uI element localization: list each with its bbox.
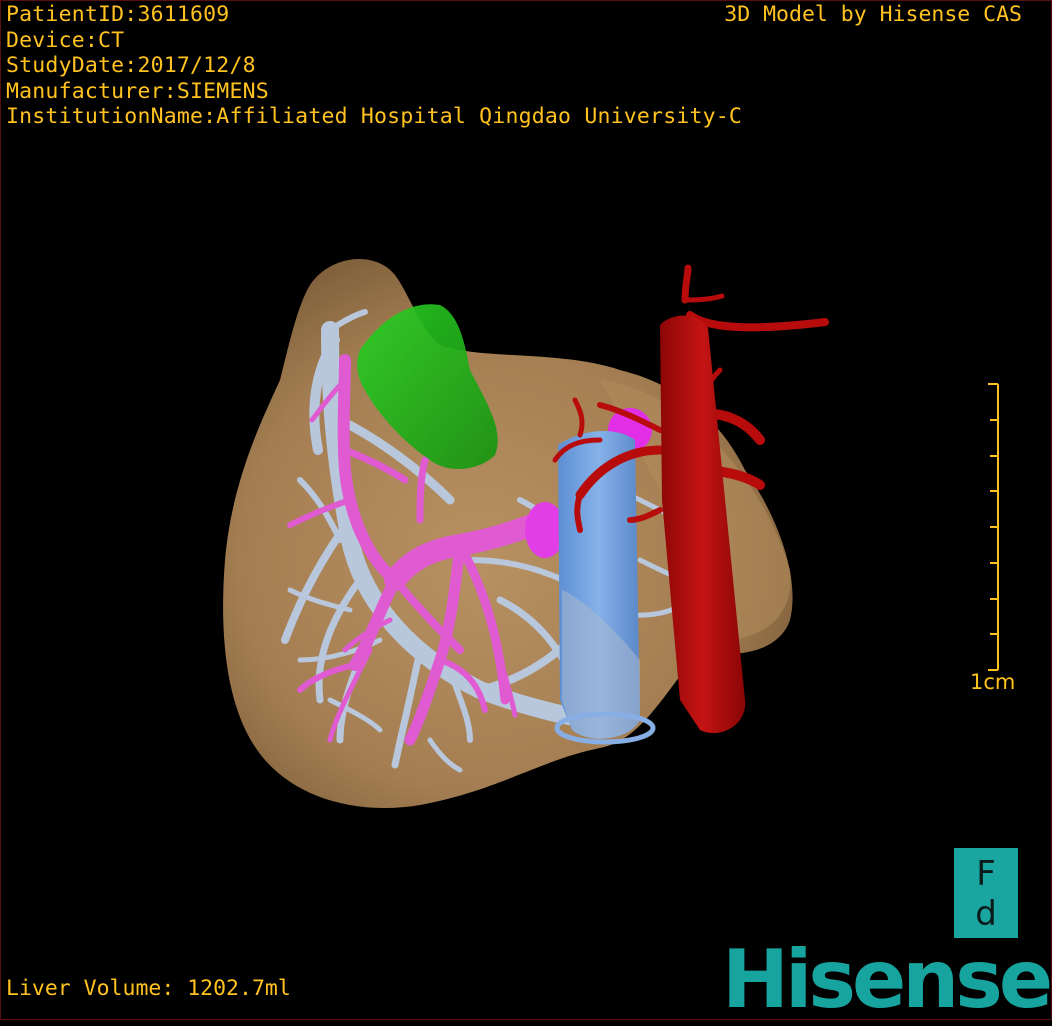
3d-liver-model-viewport[interactable] [0, 0, 1052, 1020]
study-date: StudyDate:2017/12/8 [6, 53, 256, 79]
orientation-top-letter: F [976, 854, 996, 894]
patient-id: PatientID:3611609 [6, 2, 230, 27]
dicom-info-overlay: PatientID:3611609 Device:CT StudyDate:20… [6, 2, 742, 130]
scale-bar-label: 1cm [970, 670, 1016, 694]
scale-bar [988, 383, 999, 671]
liver-volume: Liver Volume: 1202.7ml [6, 976, 291, 1001]
model-credit: 3D Model by Hisense CAS [724, 2, 1022, 27]
orientation-bottom-letter: d [975, 894, 997, 934]
orientation-cube[interactable]: F d [954, 848, 1018, 938]
institution-name: InstitutionName:Affiliated Hospital Qing… [6, 104, 743, 130]
manufacturer: Manufacturer:SIEMENS [6, 78, 269, 104]
device: Device:CT [6, 27, 125, 53]
hisense-logo: Hisense [722, 933, 1052, 1026]
